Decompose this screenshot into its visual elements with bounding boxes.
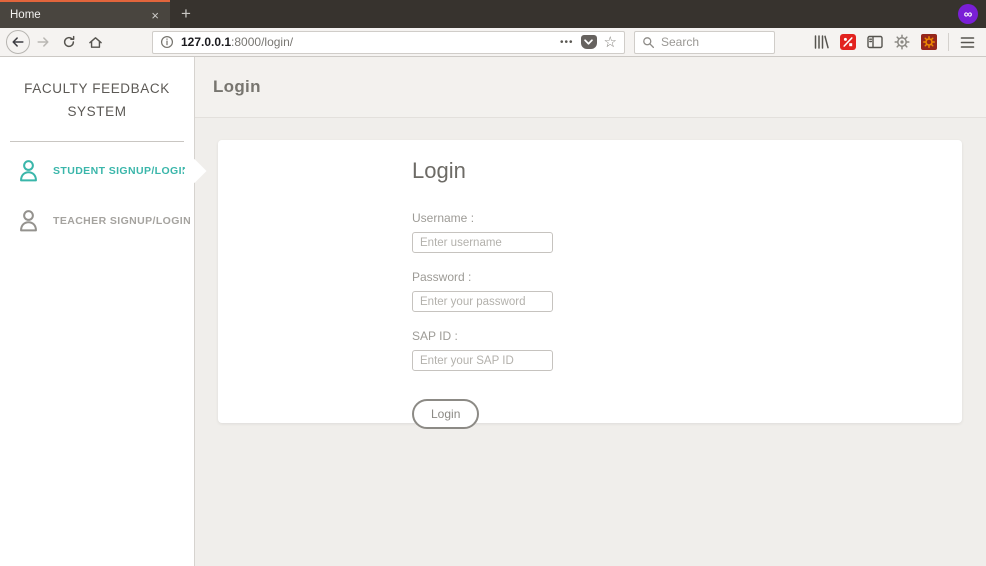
url-text: 127.0.0.1:8000/login/: [181, 35, 293, 49]
tab-bar: Home × + ∞: [0, 0, 986, 28]
library-icon[interactable]: [813, 34, 829, 50]
teacher-person-icon: [20, 210, 37, 232]
password-label: Password :: [412, 270, 472, 284]
reload-button[interactable]: [56, 30, 82, 54]
sidebar-toggle-icon[interactable]: [867, 35, 883, 49]
sidebar: FACULTY FEEDBACK SYSTEM STUDENT SIGNUP/L…: [0, 57, 207, 566]
student-person-icon: [20, 160, 37, 182]
forward-arrow-icon: [37, 37, 49, 47]
tab-close-icon[interactable]: ×: [148, 7, 162, 24]
page-actions-icon[interactable]: •••: [560, 37, 574, 48]
pocket-chevron-icon: [584, 39, 593, 45]
home-icon: [88, 36, 102, 48]
orange-gear-extension-icon[interactable]: [921, 34, 937, 50]
tab-home[interactable]: Home ×: [0, 0, 170, 28]
main-area: Login Login Username : Password : SAP ID…: [195, 57, 986, 566]
home-button[interactable]: [82, 30, 108, 54]
extension-infinity-icon[interactable]: ∞: [958, 4, 978, 24]
username-label: Username :: [412, 211, 475, 225]
sidebar-item-teacher-signup-login[interactable]: TEACHER SIGNUP/LOGIN: [0, 199, 194, 242]
toolbar-icons: [813, 33, 980, 51]
infinity-glyph: ∞: [963, 7, 973, 21]
sidebar-item-student-signup-login[interactable]: STUDENT SIGNUP/LOGIN: [0, 149, 207, 192]
tab-title: Home: [10, 9, 41, 21]
menu-hamburger-icon[interactable]: [960, 36, 975, 49]
sidebar-item-label: STUDENT SIGNUP/LOGIN: [53, 164, 190, 177]
sap-id-input[interactable]: [412, 350, 553, 371]
page-content: FACULTY FEEDBACK SYSTEM STUDENT SIGNUP/L…: [0, 57, 986, 566]
sap-id-label: SAP ID :: [412, 329, 458, 343]
forward-button[interactable]: [30, 30, 56, 54]
new-tab-button[interactable]: +: [170, 0, 202, 28]
browser-window: Home × + ∞ 127.0.0.1:8000/login/ ••• ☆ S…: [0, 0, 986, 566]
password-input[interactable]: [412, 291, 553, 312]
url-path: :8000/login/: [231, 35, 294, 49]
search-input[interactable]: [661, 35, 767, 49]
gear-extension-icon[interactable]: [894, 34, 910, 50]
sidebar-divider: [10, 141, 184, 142]
toolbar-divider: [948, 33, 949, 51]
username-field-group: Username :: [412, 211, 962, 253]
app-title-line1: FACULTY FEEDBACK: [24, 81, 170, 96]
search-bar[interactable]: [634, 30, 775, 54]
back-arrow-icon: [12, 37, 24, 47]
page-header: Login: [195, 57, 986, 118]
login-button[interactable]: Login: [412, 399, 480, 429]
tabbar-spacer: [202, 0, 958, 28]
bookmark-star-icon[interactable]: ☆: [604, 35, 617, 50]
sap-id-field-group: SAP ID :: [412, 329, 962, 371]
app-title-line2: SYSTEM: [67, 104, 127, 119]
username-input[interactable]: [412, 232, 553, 253]
url-bar[interactable]: 127.0.0.1:8000/login/ ••• ☆: [152, 30, 625, 54]
app-title: FACULTY FEEDBACK SYSTEM: [0, 57, 194, 123]
reload-icon: [63, 35, 75, 48]
password-field-group: Password :: [412, 270, 962, 312]
content-area: Login Username : Password : SAP ID : Log…: [195, 118, 986, 566]
login-card: Login Username : Password : SAP ID : Log…: [218, 140, 962, 429]
url-host: 127.0.0.1: [181, 35, 232, 49]
search-icon: [643, 36, 655, 48]
sidebar-item-label: TEACHER SIGNUP/LOGIN: [53, 214, 192, 227]
site-info-icon: [160, 35, 174, 49]
extension-percent-icon[interactable]: [840, 34, 856, 50]
navigation-toolbar: 127.0.0.1:8000/login/ ••• ☆: [0, 28, 986, 57]
page-title: Login: [213, 77, 261, 96]
back-button[interactable]: [6, 30, 30, 54]
card-title: Login: [412, 158, 466, 183]
pocket-icon[interactable]: [580, 35, 597, 49]
